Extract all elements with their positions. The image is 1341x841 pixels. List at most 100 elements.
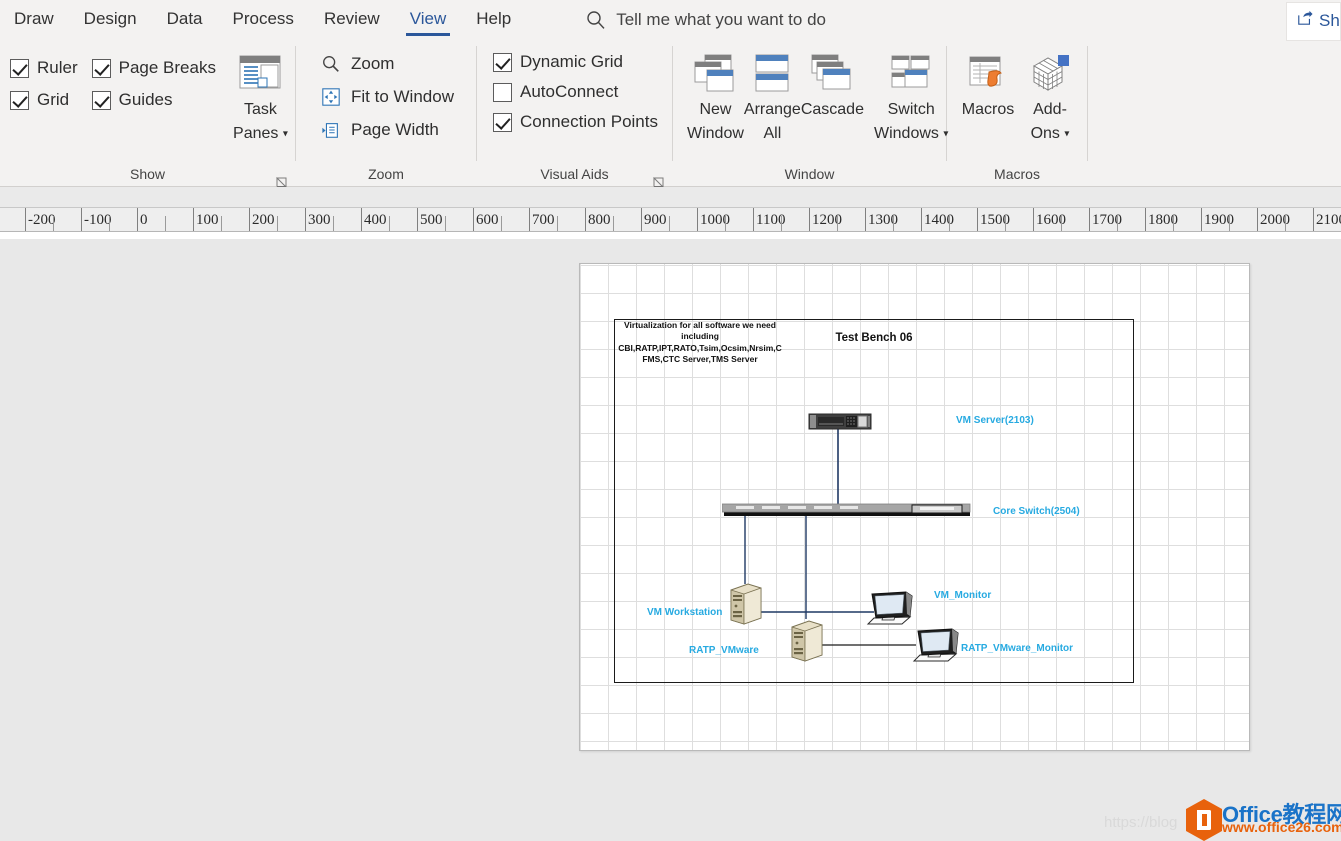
fit-to-window-button[interactable]: Fit to Window xyxy=(316,85,458,109)
ruler-major-tick xyxy=(417,208,418,232)
ruler-minor-tick xyxy=(1285,216,1286,232)
ruler-tick-label: -100 xyxy=(84,212,112,229)
ruler-tick-label: 700 xyxy=(532,212,555,229)
checkbox-page-breaks[interactable]: Page Breaks xyxy=(92,58,216,78)
tab-draw[interactable]: Draw xyxy=(0,3,68,37)
new-window-label-line2: Window xyxy=(687,122,744,146)
add-ons-button[interactable]: Add- Ons ▾ xyxy=(1019,40,1081,146)
macros-button[interactable]: Macros xyxy=(957,40,1019,122)
tab-help[interactable]: Help xyxy=(462,3,525,37)
rack-server-icon[interactable] xyxy=(808,412,872,432)
chevron-down-icon: ▾ xyxy=(283,128,288,139)
checkbox-ruler[interactable]: Ruler xyxy=(10,58,78,78)
arrange-all-label-line2: All xyxy=(763,122,781,146)
ruler-minor-tick xyxy=(1229,216,1230,232)
switch-windows-icon xyxy=(889,48,933,98)
monitor-icon-ratp-vmware-monitor[interactable] xyxy=(912,627,966,671)
ruler-major-tick xyxy=(641,208,642,232)
server-tower-icon-ratp-vmware[interactable] xyxy=(789,619,825,663)
ruler-tick-label: -200 xyxy=(28,212,56,229)
checkbox-grid[interactable]: Grid xyxy=(10,90,78,110)
cascade-label-line1: Cascade xyxy=(801,98,864,122)
checkbox-grid-box[interactable] xyxy=(10,91,29,110)
macros-label-line1: Macros xyxy=(962,98,1014,122)
macros-icon xyxy=(965,48,1011,98)
cascade-button[interactable]: Cascade xyxy=(801,40,864,122)
zoom-button[interactable]: Zoom xyxy=(316,52,458,76)
ruler-minor-tick xyxy=(1061,216,1062,232)
switch-icon[interactable] xyxy=(722,503,974,517)
checkbox-connection-points-box[interactable] xyxy=(493,113,512,132)
ruler-minor-tick xyxy=(837,216,838,232)
new-window-label-line1: New xyxy=(699,98,731,122)
show-dialog-launcher[interactable] xyxy=(276,174,287,185)
checkbox-dynamic-grid-box[interactable] xyxy=(493,53,512,72)
ruler-tick-label: 400 xyxy=(364,212,387,229)
page-width-button[interactable]: Page Width xyxy=(316,118,458,142)
drawing-page[interactable]: Test Bench 06 Virtualization for all sof… xyxy=(579,263,1250,751)
label-vm-server: VM Server(2103) xyxy=(956,415,1034,426)
tell-me-label: Tell me what you want to do xyxy=(616,10,826,30)
ruler-minor-tick xyxy=(501,216,502,232)
drawing-canvas[interactable]: Test Bench 06 Virtualization for all sof… xyxy=(0,239,1341,841)
task-panes-label-line2: Panes ▾ xyxy=(233,122,288,146)
switch-windows-label-line1: Switch xyxy=(888,98,935,122)
tab-view[interactable]: View xyxy=(396,3,461,37)
checkbox-ruler-box[interactable] xyxy=(10,59,29,78)
switch-windows-button[interactable]: Switch Windows ▾ xyxy=(874,40,948,146)
switch-windows-label-line2: Windows ▾ xyxy=(874,122,948,146)
share-button[interactable]: Sh xyxy=(1286,2,1341,41)
zoom-button-label: Zoom xyxy=(351,54,394,74)
tab-data[interactable]: Data xyxy=(153,3,217,37)
ruler-tick-label: 2100 xyxy=(1316,212,1341,229)
ribbon-group-show: Ruler Grid Page Breaks xyxy=(0,40,295,187)
group-label-window: Window xyxy=(679,165,940,187)
new-window-button[interactable]: New Window xyxy=(687,40,744,146)
checkbox-autoconnect-box[interactable] xyxy=(493,83,512,102)
visual-aids-dialog-launcher[interactable] xyxy=(653,174,664,185)
tell-me-box[interactable]: Tell me what you want to do xyxy=(585,9,826,31)
note-line-3: CBI,RATP,IPT,RATO,Tsim,Ocsim,Nrsim,C xyxy=(600,343,800,354)
ruler-major-tick xyxy=(81,208,82,232)
server-tower-icon-vm-workstation[interactable] xyxy=(728,582,764,626)
ruler-major-tick xyxy=(977,208,978,232)
checkbox-page-breaks-box[interactable] xyxy=(92,59,111,78)
ruler-major-tick xyxy=(1145,208,1146,232)
tab-process[interactable]: Process xyxy=(219,3,308,37)
arrange-all-button[interactable]: Arrange All xyxy=(744,40,801,146)
add-ons-icon xyxy=(1028,48,1072,98)
ruler-minor-tick xyxy=(389,216,390,232)
ruler-tick-label: 600 xyxy=(476,212,499,229)
ribbon-tab-bar: Draw Design Data Process Review View Hel… xyxy=(0,0,1341,40)
checkbox-guides-box[interactable] xyxy=(92,91,111,110)
label-core-switch: Core Switch(2504) xyxy=(993,506,1080,517)
ruler-major-tick xyxy=(585,208,586,232)
checkbox-dynamic-grid[interactable]: Dynamic Grid xyxy=(493,52,658,72)
group-label-macros: Macros xyxy=(953,165,1081,187)
ribbon: Draw Design Data Process Review View Hel… xyxy=(0,0,1341,187)
zoom-button-col: Zoom xyxy=(316,40,458,142)
share-icon xyxy=(1297,10,1313,31)
arrange-all-label-line1: Arrange xyxy=(744,98,801,122)
ruler-major-tick xyxy=(361,208,362,232)
ruler-minor-tick xyxy=(1117,216,1118,232)
task-panes-label-line1: Task xyxy=(244,98,277,122)
ruler-major-tick xyxy=(1201,208,1202,232)
ribbon-group-macros: Macros xyxy=(947,40,1087,187)
checkbox-connection-points[interactable]: Connection Points xyxy=(493,112,658,132)
visio-window: Draw Design Data Process Review View Hel… xyxy=(0,0,1341,841)
ruler-major-tick xyxy=(193,208,194,232)
ruler-minor-tick xyxy=(165,216,166,232)
horizontal-ruler[interactable]: -200-10001002003004005006007008009001000… xyxy=(0,207,1341,232)
ruler-spacer xyxy=(0,232,1341,239)
ruler-minor-tick xyxy=(557,216,558,232)
task-panes-button[interactable]: Task Panes ▾ xyxy=(232,40,289,146)
checkbox-autoconnect[interactable]: AutoConnect xyxy=(493,82,658,102)
ruler-tick-label: 200 xyxy=(252,212,275,229)
tab-review[interactable]: Review xyxy=(310,3,394,37)
watermark-url: https://blog xyxy=(1104,814,1177,831)
ruler-area: -200-10001002003004005006007008009001000… xyxy=(0,187,1341,239)
label-vm-monitor: VM_Monitor xyxy=(934,590,991,601)
checkbox-guides[interactable]: Guides xyxy=(92,90,216,110)
tab-design[interactable]: Design xyxy=(70,3,151,37)
